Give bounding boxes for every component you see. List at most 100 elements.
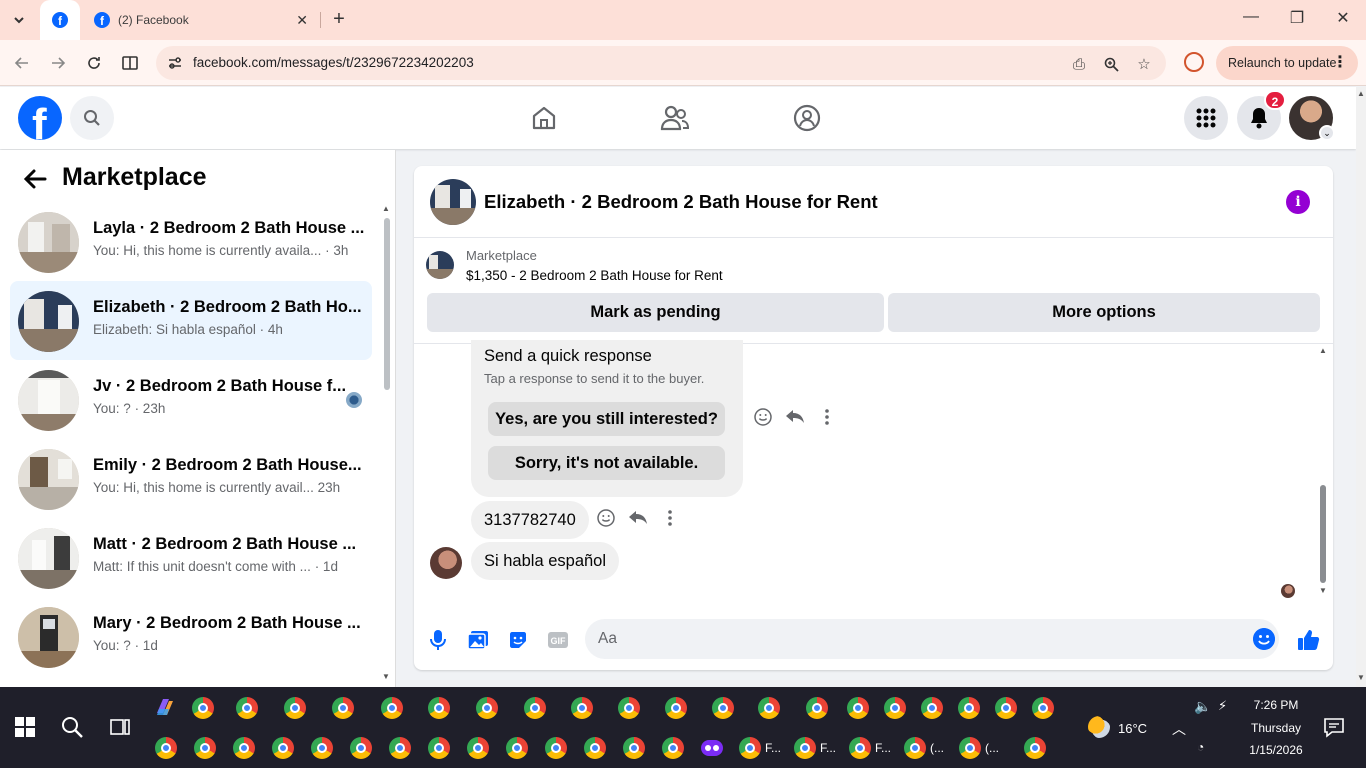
taskbar-window-label[interactable]: F...: [820, 741, 836, 755]
photo-icon[interactable]: [466, 628, 490, 652]
bookmark-star-icon[interactable]: ☆: [1134, 54, 1154, 74]
message-bubble[interactable]: 3137782740: [471, 501, 589, 539]
volume-icon[interactable]: 🔈: [1194, 698, 1211, 715]
react-smiley-icon[interactable]: [595, 507, 617, 529]
taskbar-window-label[interactable]: F...: [875, 741, 891, 755]
forward-button[interactable]: [45, 50, 71, 76]
chrome-window-icon[interactable]: [758, 697, 780, 719]
chrome-window-icon[interactable]: [155, 737, 177, 759]
microphone-icon[interactable]: [426, 628, 450, 652]
back-arrow-icon[interactable]: [22, 166, 48, 192]
install-app-icon[interactable]: ⎙: [1069, 54, 1089, 74]
chrome-window-icon[interactable]: [428, 697, 450, 719]
message-bubble[interactable]: Si habla español: [471, 542, 620, 580]
browser-menu-icon[interactable]: ⋮: [1332, 46, 1348, 80]
taskbar-window-label[interactable]: (...: [930, 741, 944, 755]
chrome-window-icon[interactable]: [284, 697, 306, 719]
chrome-window-icon[interactable]: [662, 737, 684, 759]
more-vertical-icon[interactable]: [816, 406, 838, 428]
gif-icon[interactable]: GIF: [546, 628, 570, 652]
chrome-window-icon[interactable]: [506, 737, 528, 759]
minimize-button[interactable]: —: [1236, 8, 1266, 26]
chrome-window-icon[interactable]: [389, 737, 411, 759]
chrome-window-icon[interactable]: [194, 737, 216, 759]
chrome-window-icon[interactable]: [847, 697, 869, 719]
chrome-window-icon[interactable]: [524, 697, 546, 719]
chrome-window-icon[interactable]: [884, 697, 906, 719]
chrome-window-icon[interactable]: [618, 697, 640, 719]
taskbar-window-label[interactable]: F...: [765, 741, 781, 755]
chat-avatar[interactable]: [430, 179, 476, 225]
chrome-window-icon[interactable]: [849, 737, 871, 759]
windows-start-icon[interactable]: [15, 717, 35, 737]
split-view-button[interactable]: [117, 50, 143, 76]
quick-response-option[interactable]: Sorry, it's not available.: [488, 446, 725, 480]
copilot-icon[interactable]: [153, 695, 177, 719]
chrome-window-icon[interactable]: [428, 737, 450, 759]
chrome-window-icon[interactable]: [467, 737, 489, 759]
battery-icon[interactable]: ⚡: [1218, 698, 1227, 714]
chrome-window-icon[interactable]: [571, 697, 593, 719]
clock-date[interactable]: 1/15/2026: [1246, 743, 1306, 757]
conversation-list-scrollbar[interactable]: ▲ ▼: [381, 202, 393, 682]
page-scrollbar[interactable]: ▲ ▼: [1356, 87, 1366, 687]
chrome-window-icon[interactable]: [958, 697, 980, 719]
clock-time[interactable]: 7:26 PM: [1250, 698, 1302, 712]
scrollbar-thumb[interactable]: [1320, 485, 1326, 583]
search-icon[interactable]: [60, 715, 84, 739]
chrome-window-icon[interactable]: [584, 737, 606, 759]
chrome-window-icon[interactable]: [233, 737, 255, 759]
conversation-item-selected[interactable]: Elizabeth · 2 Bedroom 2 Bath Ho... Eliza…: [10, 281, 372, 360]
tab-close-icon[interactable]: ✕: [296, 12, 308, 29]
address-bar[interactable]: facebook.com/messages/t/2329672234202203…: [156, 46, 1166, 80]
chrome-window-icon[interactable]: [959, 737, 981, 759]
chat-title[interactable]: Elizabeth · 2 Bedroom 2 Bath House for R…: [484, 191, 878, 213]
account-caret-icon[interactable]: ⌄: [1319, 125, 1335, 141]
chrome-window-icon[interactable]: [921, 697, 943, 719]
close-window-button[interactable]: ✕: [1328, 8, 1358, 28]
message-input[interactable]: Aa: [585, 619, 1279, 659]
wifi-icon[interactable]: ◔: [1197, 740, 1204, 754]
chrome-window-icon[interactable]: [545, 737, 567, 759]
friends-nav-button[interactable]: [658, 101, 692, 135]
chrome-window-icon[interactable]: [794, 737, 816, 759]
mark-as-pending-button[interactable]: Mark as pending: [427, 293, 884, 332]
reply-icon[interactable]: [784, 406, 806, 428]
active-tab[interactable]: f (2) Facebook ✕: [80, 0, 320, 40]
restore-button[interactable]: ❐: [1282, 8, 1312, 28]
quick-response-option[interactable]: Yes, are you still interested?: [488, 402, 725, 436]
taskbar-window-label[interactable]: (...: [985, 741, 999, 755]
chrome-window-icon[interactable]: [381, 697, 403, 719]
groups-nav-button[interactable]: [790, 101, 824, 135]
back-button[interactable]: [9, 50, 35, 76]
conversation-item[interactable]: Layla · 2 Bedroom 2 Bath House ... You: …: [10, 202, 372, 281]
react-smiley-icon[interactable]: [752, 406, 774, 428]
chrome-window-icon[interactable]: [272, 737, 294, 759]
weather-temperature[interactable]: 16°C: [1118, 721, 1147, 736]
conversation-item[interactable]: Jv · 2 Bedroom 2 Bath House f... You: ? …: [10, 360, 372, 439]
notification-center-icon[interactable]: [1322, 715, 1346, 739]
new-tab-button[interactable]: +: [328, 8, 350, 30]
chrome-window-icon[interactable]: [311, 737, 333, 759]
chrome-window-icon[interactable]: [623, 737, 645, 759]
facebook-search-button[interactable]: [70, 96, 114, 140]
chrome-window-icon[interactable]: [350, 737, 372, 759]
pinned-facebook-tab[interactable]: f: [40, 0, 80, 40]
listing-thumbnail[interactable]: [426, 251, 454, 279]
facebook-logo-icon[interactable]: f: [18, 96, 62, 140]
clock-day[interactable]: Thursday: [1250, 721, 1302, 735]
task-view-icon[interactable]: [108, 715, 132, 739]
like-thumb-icon[interactable]: [1297, 628, 1321, 652]
weather-icon[interactable]: [1088, 716, 1110, 738]
site-settings-icon[interactable]: [166, 54, 184, 72]
emoji-icon[interactable]: [1253, 628, 1275, 650]
menu-button[interactable]: [1184, 96, 1228, 140]
chrome-window-icon[interactable]: [1024, 737, 1046, 759]
relaunch-to-update-button[interactable]: Relaunch to update ⋮: [1216, 46, 1358, 80]
more-options-button[interactable]: More options: [888, 293, 1320, 332]
chrome-window-icon[interactable]: [904, 737, 926, 759]
sticker-icon[interactable]: [506, 628, 530, 652]
reload-button[interactable]: [81, 50, 107, 76]
chrome-window-icon[interactable]: [712, 697, 734, 719]
tab-search-button[interactable]: [6, 7, 32, 33]
